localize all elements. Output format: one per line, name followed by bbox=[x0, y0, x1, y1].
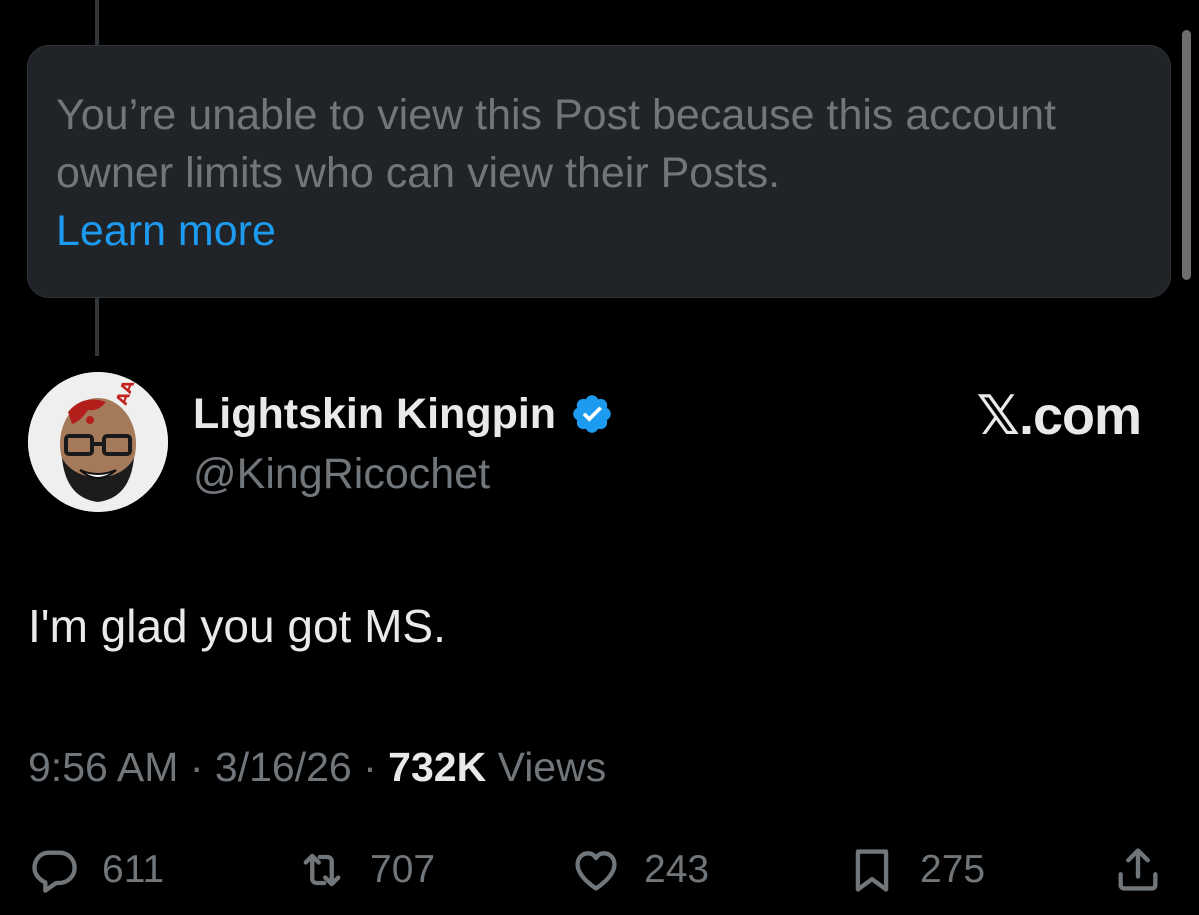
meta-separator: · bbox=[363, 744, 377, 790]
bookmark-icon bbox=[855, 849, 889, 892]
heart-icon bbox=[575, 851, 617, 891]
scrollbar[interactable] bbox=[1182, 30, 1191, 280]
views-count: 732K bbox=[388, 744, 487, 790]
author-name[interactable]: Lightskin Kingpin bbox=[193, 388, 556, 440]
author-handle[interactable]: @KingRicochet bbox=[193, 448, 490, 500]
thread-line-bottom bbox=[95, 298, 99, 356]
repost-icon bbox=[303, 853, 341, 887]
repost-count: 707 bbox=[370, 848, 436, 891]
share-button[interactable] bbox=[1112, 840, 1164, 900]
reply-count: 611 bbox=[102, 848, 165, 891]
repost-button[interactable]: 707 bbox=[296, 840, 435, 900]
thread-line-top bbox=[95, 0, 99, 46]
like-button[interactable]: 243 bbox=[570, 840, 709, 900]
reply-button[interactable]: 611 bbox=[28, 840, 164, 900]
post-text: I'm glad you got MS. bbox=[28, 600, 446, 652]
like-count: 243 bbox=[644, 848, 710, 891]
meta-separator: · bbox=[189, 744, 204, 790]
verified-badge-icon bbox=[573, 395, 611, 433]
views-label: Views bbox=[497, 744, 607, 790]
author-name-row[interactable]: Lightskin Kingpin bbox=[193, 388, 614, 440]
avatar-illustration-icon: AAA bbox=[28, 372, 168, 512]
avatar[interactable]: AAA bbox=[28, 372, 168, 512]
reply-icon bbox=[32, 850, 77, 893]
post-time[interactable]: 9:56 AM bbox=[28, 744, 178, 790]
bookmark-count: 275 bbox=[920, 848, 986, 891]
bookmark-button[interactable]: 275 bbox=[846, 840, 985, 900]
site-logo: 𝕏.com bbox=[976, 386, 1142, 446]
notice-message: You’re unable to view this Post because … bbox=[56, 91, 1056, 197]
restricted-post-notice: You’re unable to view this Post because … bbox=[27, 45, 1171, 298]
share-icon bbox=[1118, 848, 1158, 891]
post-date[interactable]: 3/16/26 bbox=[215, 744, 352, 790]
learn-more-link[interactable]: Learn more bbox=[56, 202, 276, 260]
post-meta: 9:56 AM · 3/16/26 · 732K Views bbox=[28, 740, 606, 794]
